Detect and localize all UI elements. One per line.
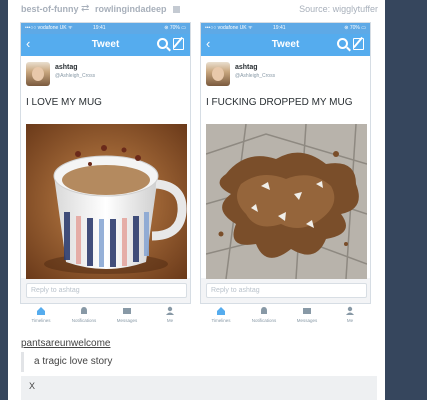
tab-label: Me bbox=[346, 318, 354, 323]
avatar[interactable] bbox=[26, 62, 50, 86]
tab-label: Me bbox=[166, 318, 174, 323]
envelope-icon bbox=[303, 308, 311, 314]
tab-label: Notifications bbox=[251, 318, 277, 323]
tab-notifications[interactable]: Notifications bbox=[243, 304, 285, 330]
reblog-icon: ⇄ bbox=[81, 3, 90, 14]
comment-text: a tragic love story bbox=[34, 356, 113, 367]
tab-label: Notifications bbox=[71, 318, 97, 323]
battery-label: ⊛ 70% ▭ bbox=[344, 25, 366, 31]
tab-messages[interactable]: Messages bbox=[286, 304, 328, 330]
tweet-nav-bar: ‹ Tweet bbox=[21, 34, 190, 56]
spilled-mug-photo bbox=[206, 124, 367, 279]
reblog-user-link[interactable]: rowlingindadeep bbox=[95, 4, 167, 14]
comment-quote: a tragic love story bbox=[21, 352, 381, 372]
tweet-user-handle: @Ashleigh_Cross bbox=[235, 73, 276, 79]
dashboard-rail-left bbox=[0, 0, 8, 400]
tweet-card: ashtag @Ashleigh_Cross I LOVE MY MUG bbox=[21, 56, 190, 279]
tweet-card: ashtag @Ashleigh_Cross I FUCKING DROPPED… bbox=[201, 56, 370, 279]
reblog-trail: best-of-funny ⇄ rowlingindadeep Source: … bbox=[21, 3, 378, 18]
home-icon bbox=[217, 307, 225, 315]
carrier-label: •••○○ vodafone UK ᯤ bbox=[205, 25, 253, 31]
avatar[interactable] bbox=[206, 62, 230, 86]
tab-timelines[interactable]: Timelines bbox=[20, 304, 62, 330]
tab-bar-right: Timelines Notifications Messages Me bbox=[200, 304, 371, 330]
reply-input[interactable]: Reply to ashtag bbox=[206, 283, 367, 298]
tab-label: Messages bbox=[296, 318, 318, 323]
footer-text: X bbox=[29, 381, 36, 391]
status-bar: •••○○ vodafone UK ᯤ 19:41 ⊛ 70% ▭ bbox=[21, 23, 190, 34]
post-type-icon bbox=[173, 6, 180, 13]
tab-messages[interactable]: Messages bbox=[106, 304, 148, 330]
search-icon[interactable] bbox=[157, 38, 168, 49]
tweet-nav-bar: ‹ Tweet bbox=[201, 34, 370, 56]
bell-icon bbox=[81, 307, 87, 314]
tumblr-post: best-of-funny ⇄ rowlingindadeep Source: … bbox=[8, 0, 385, 400]
tab-bar-left: Timelines Notifications Messages Me bbox=[20, 304, 191, 330]
tweet-text: I LOVE MY MUG bbox=[26, 97, 102, 108]
tab-label: Timelines bbox=[211, 318, 231, 323]
tweet-user-handle: @Ashleigh_Cross bbox=[55, 73, 96, 79]
carrier-label: •••○○ vodafone UK ᯤ bbox=[25, 25, 73, 31]
tweet-screenshot-left: •••○○ vodafone UK ᯤ 19:41 ⊛ 70% ▭ ‹ Twee… bbox=[20, 22, 191, 304]
battery-label: ⊛ 70% ▭ bbox=[164, 25, 186, 31]
person-icon bbox=[166, 306, 174, 315]
person-icon bbox=[346, 306, 354, 315]
envelope-icon bbox=[123, 308, 131, 314]
tab-notifications[interactable]: Notifications bbox=[63, 304, 105, 330]
commenter-link[interactable]: pantsareunwelcome bbox=[21, 338, 111, 349]
bell-icon bbox=[261, 307, 267, 314]
compose-icon[interactable] bbox=[353, 38, 364, 50]
clock-label: 19:41 bbox=[273, 25, 286, 31]
tab-me[interactable]: Me bbox=[329, 304, 371, 330]
clock-label: 19:41 bbox=[93, 25, 106, 31]
status-bar: •••○○ vodafone UK ᯤ 19:41 ⊛ 70% ▭ bbox=[201, 23, 370, 34]
tweet-user-name[interactable]: ashtag bbox=[235, 64, 258, 71]
tab-timelines[interactable]: Timelines bbox=[200, 304, 242, 330]
reblog-source-link[interactable]: best-of-funny bbox=[21, 4, 79, 14]
reply-input[interactable]: Reply to ashtag bbox=[26, 283, 187, 298]
tweet-user-name[interactable]: ashtag bbox=[55, 64, 78, 71]
post-footer: X bbox=[21, 376, 377, 400]
search-icon[interactable] bbox=[337, 38, 348, 49]
home-icon bbox=[37, 307, 45, 315]
tab-label: Timelines bbox=[31, 318, 51, 323]
tab-me[interactable]: Me bbox=[149, 304, 191, 330]
source-link[interactable]: Source: wigglytuffer bbox=[299, 4, 378, 14]
compose-icon[interactable] bbox=[173, 38, 184, 50]
tab-label: Messages bbox=[116, 318, 138, 323]
dashboard-rail-right bbox=[385, 0, 427, 400]
tweet-text: I FUCKING DROPPED MY MUG bbox=[206, 97, 353, 108]
mug-photo bbox=[26, 124, 187, 279]
tweet-screenshot-right: •••○○ vodafone UK ᯤ 19:41 ⊛ 70% ▭ ‹ Twee… bbox=[200, 22, 371, 304]
